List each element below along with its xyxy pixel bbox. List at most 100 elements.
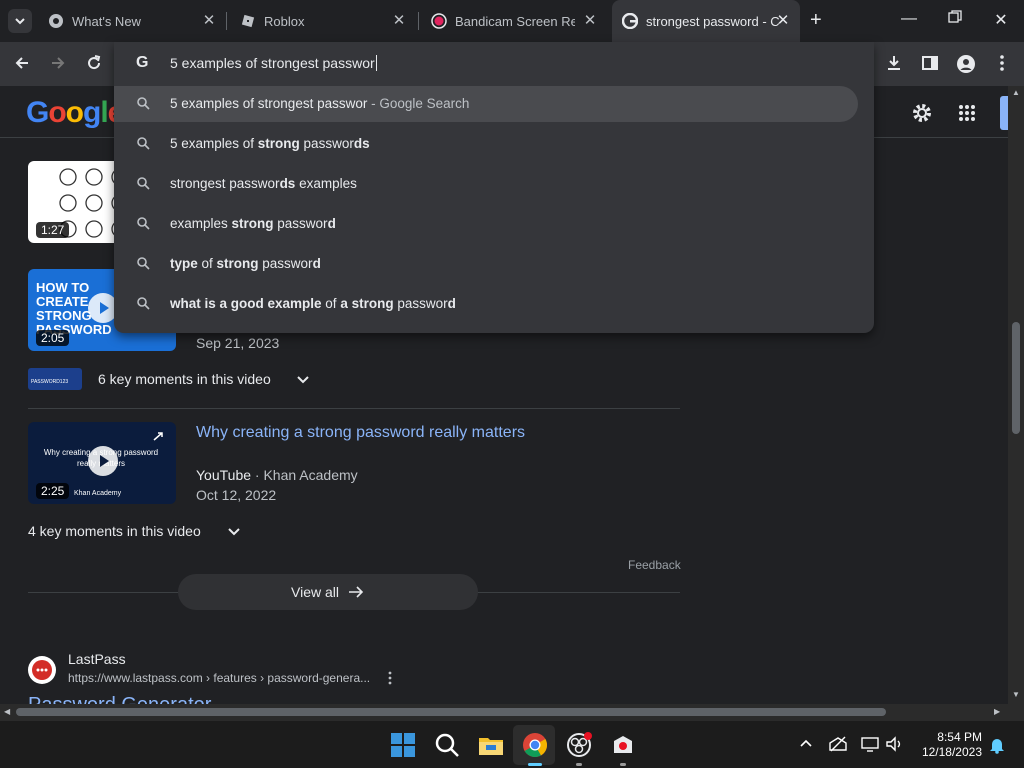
scrollbar-thumb[interactable] [1012,322,1020,434]
tab-whats-new[interactable]: What's New ✕ [48,8,218,34]
download-icon [888,56,900,70]
suggestion-text: 5 examples of strongest passwor - Google… [170,96,469,111]
suggestion-item[interactable]: strongest passwords examples [114,166,874,202]
lastpass-icon [32,660,52,680]
address-bar[interactable]: G 5 examples of strongest passwor [114,42,874,86]
suggestion-item[interactable]: examples strong password [114,206,874,242]
suggestion-text: type of strong password [170,256,321,271]
google-logo[interactable]: Google [26,96,124,130]
site-name[interactable]: LastPass [68,651,126,667]
sign-in-button[interactable] [1000,96,1008,130]
tab-strongest-password[interactable]: strongest password - C ✕ [612,0,800,42]
site-url[interactable]: https://www.lastpass.com › features › pa… [68,671,370,685]
suggestion-text-part: passwor [258,256,313,271]
search-icon [137,297,150,310]
new-tab-button[interactable]: + [810,9,822,32]
suggestion-text-part: d [327,216,336,231]
search-icon [137,217,150,230]
back-button[interactable] [12,54,32,77]
obs-button[interactable] [565,731,593,759]
expand-icon[interactable] [150,430,166,444]
apps-button[interactable] [958,104,976,127]
video-date: Sep 21, 2023 [196,335,280,351]
key-moment-thumbnail[interactable]: PASSWORD123 [28,368,82,390]
search-icon [137,97,150,110]
suggestion-item[interactable]: type of strong password [114,246,874,282]
result-title-link[interactable]: Password Generator [28,694,211,704]
tab-title: Bandicam Screen Reco [455,13,575,29]
close-tab-icon[interactable]: ✕ [390,12,408,30]
side-panel-button[interactable] [920,54,940,77]
suggestion-text-part: d [312,256,321,271]
settings-button[interactable] [911,102,933,129]
feedback-link[interactable]: Feedback [628,558,681,572]
divider [28,408,680,409]
record-icon [431,13,447,29]
suggestion-item[interactable]: 5 examples of strong passwords [114,126,874,162]
menu-button[interactable] [992,54,1012,77]
show-hidden-icons-button[interactable] [798,735,814,756]
vertical-scrollbar[interactable]: ▲ ▼ [1008,86,1024,704]
minimize-button[interactable]: — [897,10,921,28]
close-window-button[interactable]: ✕ [989,10,1013,30]
folder-icon [479,738,503,755]
notifications-button[interactable] [988,736,1006,759]
tab-search-button[interactable] [8,9,32,33]
more-options-button[interactable] [384,671,396,690]
suggestion-text-part: ds [353,136,370,151]
scroll-right-icon[interactable]: ▶ [994,707,1000,716]
scrollbar-thumb[interactable] [16,708,886,716]
chevron-down-icon[interactable] [296,373,310,392]
scroll-left-icon[interactable]: ◀ [4,707,10,716]
close-tab-icon[interactable]: ✕ [581,12,599,30]
tab-bandicam[interactable]: Bandicam Screen Reco ✕ [431,8,599,34]
thumbnail-text: PASSWORD123 [31,379,69,385]
restore-button[interactable] [943,10,967,29]
chevron-down-icon[interactable] [227,525,241,544]
suggestion-item[interactable]: 5 examples of strongest passwor - Google… [114,86,858,122]
suggestion-text-part: passwor [273,216,328,231]
video-title-link[interactable]: Why creating a strong password really ma… [196,424,525,442]
video-channel: Khan Academy [263,467,358,483]
clock[interactable]: 8:54 PM 12/18/2023 [912,730,982,760]
reload-button[interactable] [84,54,104,77]
play-button[interactable] [88,446,118,476]
close-tab-icon[interactable]: ✕ [200,12,218,30]
search-icon [137,257,150,270]
key-moments-toggle[interactable]: 6 key moments in this video [98,371,271,387]
view-all-button[interactable]: View all [178,574,478,610]
network-icon[interactable] [828,735,848,758]
volume-icon[interactable] [884,735,904,758]
suggestion-text-part: 5 examples of [170,136,258,151]
suggestion-text-part: a strong [340,296,394,311]
chrome-taskbar-button[interactable] [521,731,549,759]
play-icon [100,455,109,467]
display-icon[interactable] [860,735,880,758]
video-thumbnail[interactable]: Why creating a strong password really ma… [28,422,176,504]
chrome-icon [49,14,63,28]
suggestion-text-part: d [447,296,456,311]
google-icon [622,13,638,29]
scroll-down-icon[interactable]: ▼ [1012,690,1020,699]
bell-icon [990,739,1004,754]
close-tab-icon[interactable]: ✕ [774,12,792,30]
suggestion-text-part: what is a good example [170,296,322,311]
tab-divider [418,12,419,30]
horizontal-scrollbar[interactable]: ◀ ▶ [0,704,1008,720]
profile-button[interactable] [956,54,976,79]
file-explorer-button[interactable] [477,731,505,759]
key-moments-toggle[interactable]: 4 key moments in this video [28,523,201,539]
suggestion-item[interactable]: what is a good example of a strong passw… [114,286,874,322]
bandicam-button[interactable] [609,731,637,759]
start-button[interactable] [389,731,417,759]
separator: · [251,467,264,483]
account-icon [957,55,975,73]
forward-button[interactable] [48,54,68,77]
tab-roblox[interactable]: Roblox ✕ [240,8,408,34]
scroll-up-icon[interactable]: ▲ [1012,88,1020,97]
apps-grid-icon [959,105,975,121]
clock-time: 8:54 PM [937,730,982,744]
downloads-button[interactable] [884,54,904,77]
search-button[interactable] [433,731,461,759]
address-input[interactable]: 5 examples of strongest passwor [170,55,377,71]
